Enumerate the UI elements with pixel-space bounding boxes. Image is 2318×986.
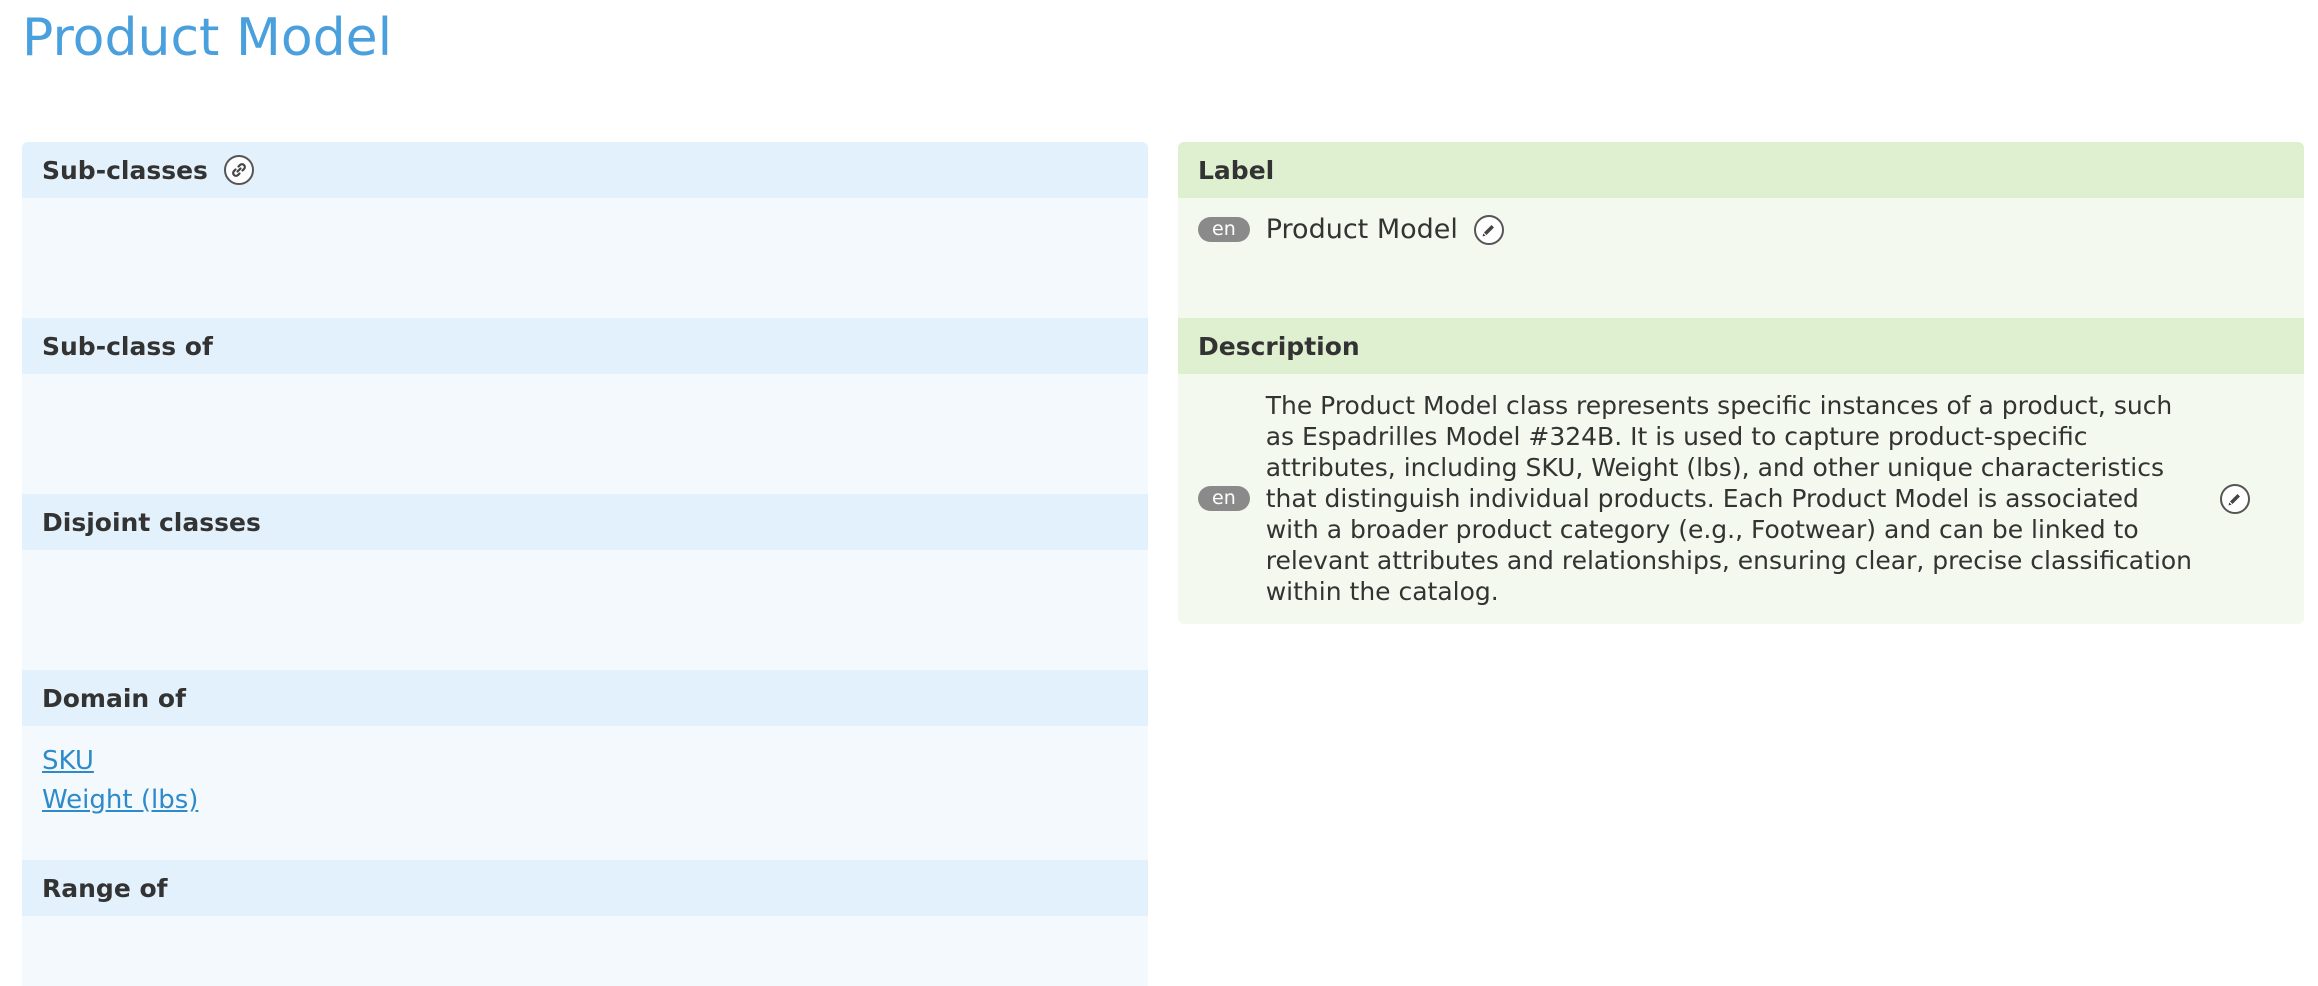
subclasses-header: Sub-classes bbox=[22, 142, 1148, 198]
label-body: en Product Model bbox=[1178, 198, 2304, 318]
range-of-header: Range of bbox=[22, 860, 1148, 916]
subclass-of-title: Sub-class of bbox=[42, 331, 213, 361]
description-row: en The Product Model class represents sp… bbox=[1198, 390, 2284, 607]
disjoint-classes-header: Disjoint classes bbox=[22, 494, 1148, 550]
link-icon[interactable] bbox=[223, 155, 254, 185]
range-of-section: Range of bbox=[22, 860, 1148, 986]
subclass-of-section: Sub-class of bbox=[22, 318, 1148, 494]
edit-icon-glyph bbox=[1482, 224, 1494, 236]
domain-of-section: Domain of SKU Weight (lbs) bbox=[22, 670, 1148, 860]
description-body: en The Product Model class represents sp… bbox=[1178, 374, 2304, 624]
subclass-of-header: Sub-class of bbox=[22, 318, 1148, 374]
edit-icon-glyph bbox=[2228, 493, 2240, 505]
disjoint-classes-title: Disjoint classes bbox=[42, 507, 261, 537]
domain-of-title: Domain of bbox=[42, 683, 186, 713]
subclass-of-body bbox=[22, 374, 1148, 494]
label-value: Product Model bbox=[1265, 214, 1458, 245]
label-row: en Product Model bbox=[1198, 210, 2284, 245]
disjoint-classes-section: Disjoint classes bbox=[22, 494, 1148, 670]
language-badge: en bbox=[1198, 486, 1250, 511]
left-column: Sub-classes Sub-class of Disjoint classe… bbox=[22, 142, 1148, 986]
domain-of-header: Domain of bbox=[22, 670, 1148, 726]
disjoint-classes-body bbox=[22, 550, 1148, 670]
subclasses-title: Sub-classes bbox=[42, 155, 208, 185]
subclasses-body bbox=[22, 198, 1148, 318]
description-title: Description bbox=[1198, 331, 1360, 361]
label-section: Label en Product Model bbox=[1178, 142, 2304, 318]
description-section: Description en The Product Model class r… bbox=[1178, 318, 2304, 624]
link-icon-glyph bbox=[232, 163, 246, 177]
label-header: Label bbox=[1178, 142, 2304, 198]
page-title: Product Model bbox=[22, 8, 393, 68]
domain-link-weight[interactable]: Weight (lbs) bbox=[42, 781, 1128, 820]
label-title: Label bbox=[1198, 155, 1275, 185]
range-of-title: Range of bbox=[42, 873, 168, 903]
subclasses-section: Sub-classes bbox=[22, 142, 1148, 318]
description-header: Description bbox=[1178, 318, 2304, 374]
range-of-body bbox=[22, 916, 1148, 986]
domain-of-body: SKU Weight (lbs) bbox=[22, 726, 1148, 860]
right-column: Label en Product Model Description en Th… bbox=[1178, 142, 2304, 624]
edit-icon[interactable] bbox=[1473, 214, 1504, 245]
description-text: The Product Model class represents speci… bbox=[1265, 391, 2193, 606]
language-badge: en bbox=[1198, 217, 1250, 242]
domain-link-sku[interactable]: SKU bbox=[42, 742, 1128, 781]
edit-icon[interactable] bbox=[2219, 483, 2250, 514]
